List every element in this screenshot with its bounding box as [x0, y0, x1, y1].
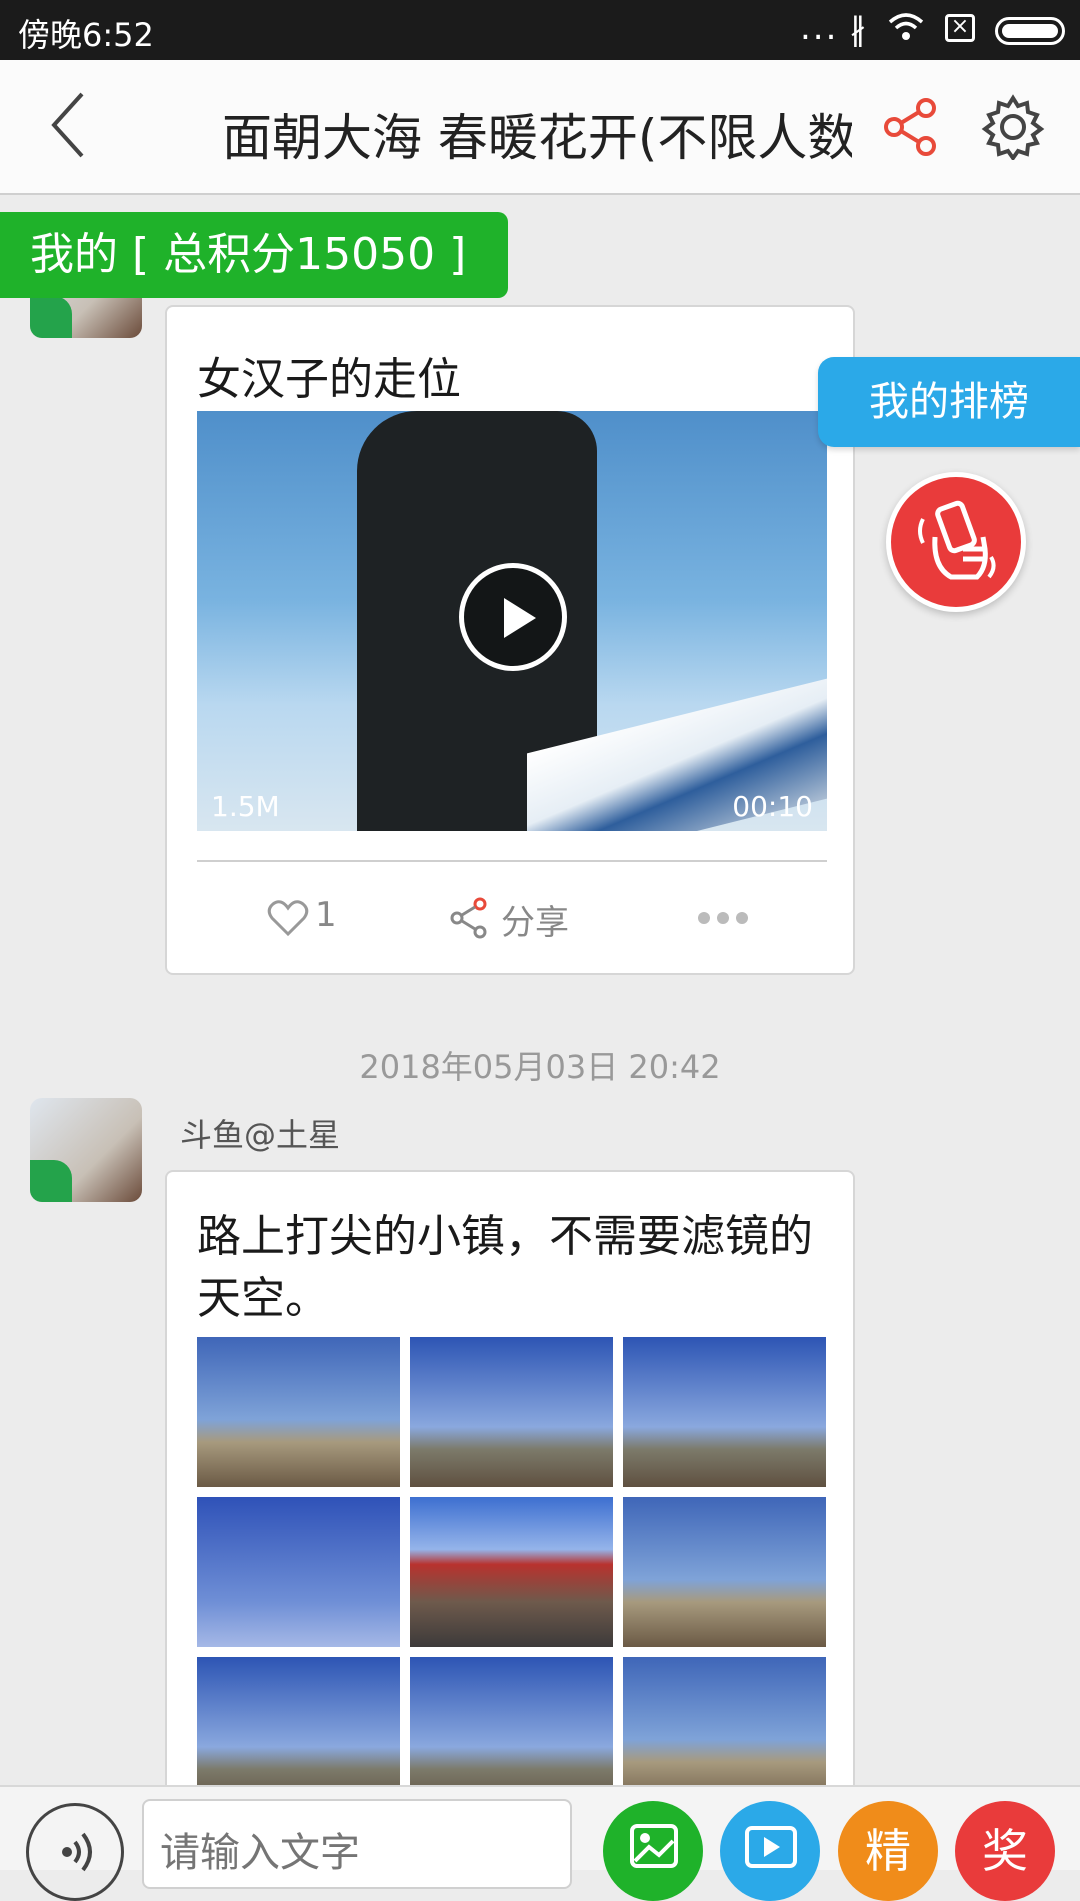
no-sim-icon: × — [945, 14, 975, 42]
heart-icon — [267, 900, 309, 937]
photo-thumbnail[interactable] — [623, 1497, 826, 1647]
page-title: 面朝大海 春暖花开(不限人数) — [222, 109, 852, 167]
reward-button[interactable]: 奖 — [955, 1801, 1055, 1901]
my-ranking-button[interactable]: 我的排榜 — [818, 357, 1080, 447]
status-time: 傍晚6:52 — [18, 16, 154, 54]
more-options-icon[interactable] — [697, 911, 749, 925]
bluetooth-icon: ∦ — [850, 10, 866, 48]
post-card: 路上打尖的小镇，不需要滤镜的天空。 — [165, 1170, 855, 1810]
my-score-tab[interactable]: 我的 [ 总积分15050 ] — [0, 212, 508, 298]
avatar[interactable] — [30, 1098, 142, 1202]
battery-icon — [995, 17, 1065, 45]
video-size: 1.5M — [211, 790, 280, 823]
photo-thumbnail[interactable] — [197, 1497, 400, 1647]
post-timestamp: 2018年05月03日 20:42 — [359, 1048, 721, 1086]
message-input[interactable] — [142, 1799, 572, 1889]
video-button[interactable] — [720, 1801, 820, 1901]
share-label: 分享 — [501, 903, 569, 943]
post-actions: 1 分享 — [167, 867, 857, 977]
image-button[interactable] — [603, 1801, 703, 1901]
video-thumbnail[interactable]: 1.5M 00:10 — [197, 411, 827, 831]
wifi-icon — [888, 13, 924, 40]
voice-input-button[interactable] — [26, 1803, 124, 1901]
image-icon — [630, 1824, 678, 1868]
photo-thumbnail[interactable] — [623, 1337, 826, 1487]
post-card: 女汉子的走位 1.5M 00:10 1 分享 — [165, 305, 855, 975]
user-badge-icon — [30, 296, 72, 338]
photo-grid — [197, 1337, 827, 1837]
featured-button[interactable]: 精 — [838, 1801, 938, 1901]
photo-thumbnail[interactable] — [410, 1497, 613, 1647]
play-icon[interactable] — [459, 563, 567, 671]
video-icon — [745, 1826, 797, 1868]
username[interactable]: 斗鱼@土星 — [180, 1110, 340, 1156]
like-count: 1 — [315, 895, 337, 935]
share-button[interactable]: 分享 — [449, 893, 589, 943]
photo-thumbnail[interactable] — [410, 1337, 613, 1487]
shake-button[interactable] — [886, 472, 1026, 612]
hand-phone-icon — [918, 500, 996, 580]
top-navigation-bar: 面朝大海 春暖花开(不限人数) — [0, 60, 1080, 195]
post-title: 女汉子的走位 — [197, 354, 461, 405]
user-badge-icon — [30, 1160, 72, 1202]
share-icon — [450, 897, 487, 939]
photo-thumbnail[interactable] — [197, 1337, 400, 1487]
share-icon[interactable] — [882, 98, 940, 156]
gear-icon[interactable] — [980, 94, 1046, 160]
divider — [197, 860, 827, 862]
voice-icon — [62, 1832, 92, 1872]
post-text: 路上打尖的小镇，不需要滤镜的天空。 — [197, 1211, 813, 1324]
back-arrow-icon[interactable] — [48, 90, 88, 160]
more-dots-icon: ... — [800, 8, 839, 48]
status-bar: 傍晚6:52 ... ∦ × — [0, 0, 1080, 60]
video-duration: 00:10 — [732, 790, 813, 823]
bottom-input-bar: 精 奖 — [0, 1785, 1080, 1901]
